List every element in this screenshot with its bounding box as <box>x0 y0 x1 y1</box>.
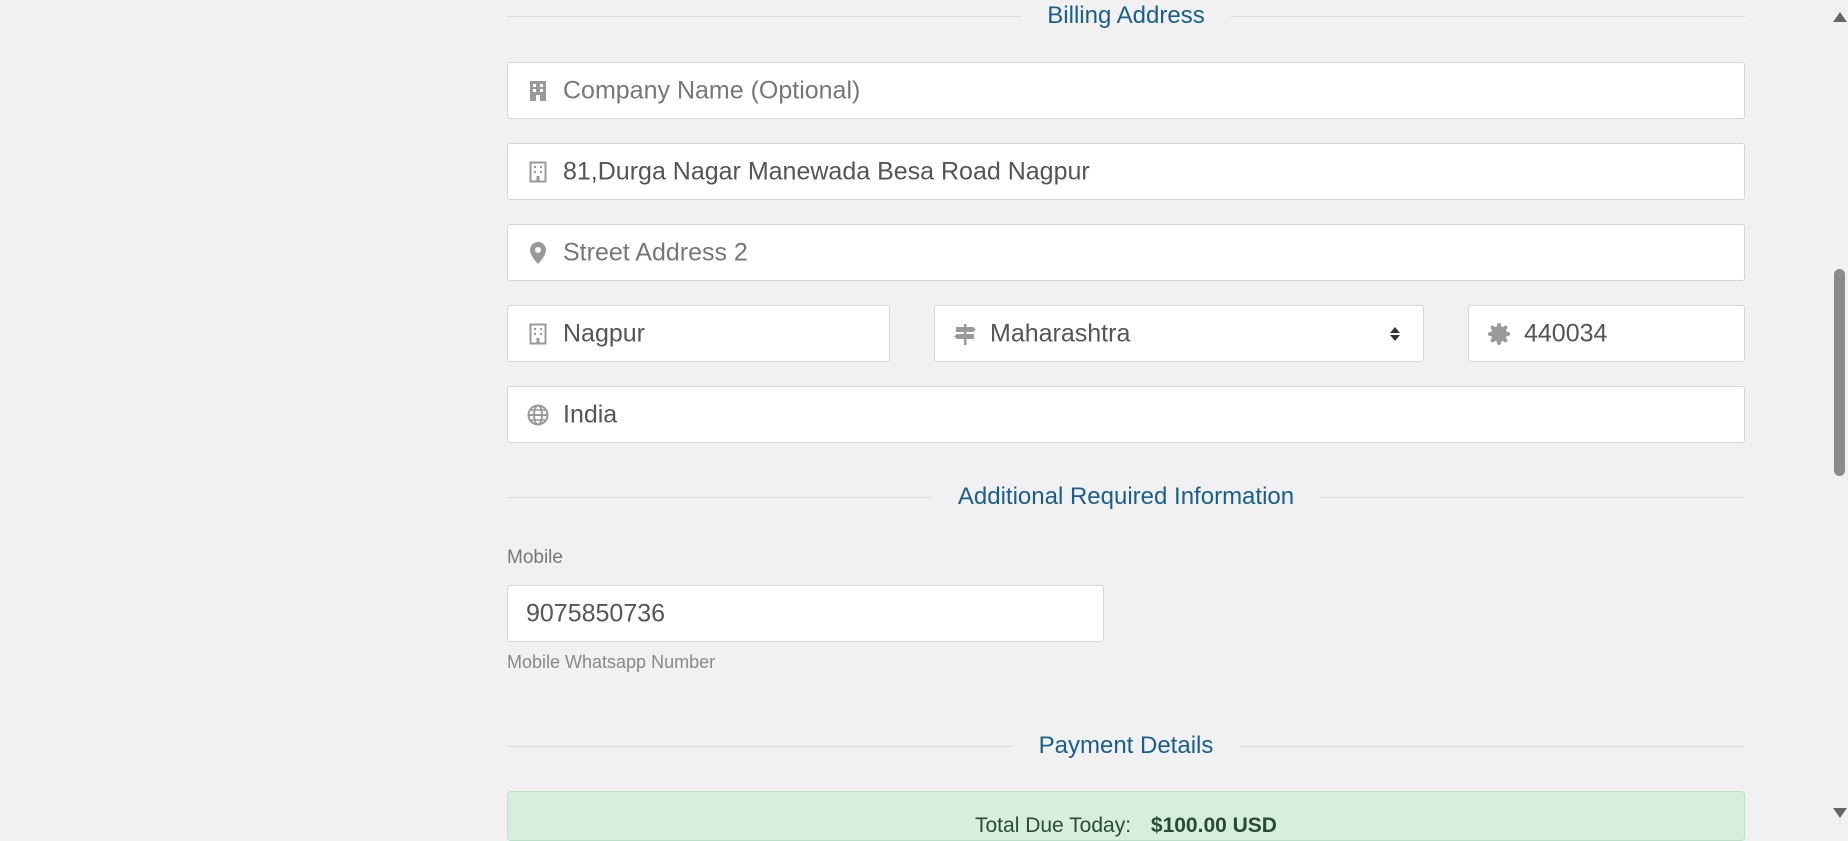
total-due-label: Total Due Today: <box>975 814 1132 837</box>
postcode-value: 440034 <box>1524 319 1608 347</box>
street-address-value: 81,Durga Nagar Manewada Besa Road Nagpur <box>563 157 1090 185</box>
company-name-placeholder: Company Name (Optional) <box>563 76 861 104</box>
scroll-up-icon[interactable] <box>1833 12 1847 22</box>
street-address-2-placeholder: Street Address 2 <box>563 238 748 266</box>
scroll-down-icon[interactable] <box>1833 808 1847 818</box>
total-due-amount: $100.00 USD <box>1150 814 1277 837</box>
scrollbar-thumb[interactable] <box>1834 269 1845 476</box>
mobile-help-text: Mobile Whatsapp Number <box>507 652 716 672</box>
mobile-input[interactable]: 9075850736 <box>507 585 1104 642</box>
city-value: Nagpur <box>563 319 645 347</box>
billing-address-title: Billing Address <box>1021 2 1231 30</box>
page-scrollbar[interactable] <box>1829 0 1848 827</box>
additional-info-title: Additional Required Information <box>931 483 1321 511</box>
street-address-field[interactable]: 81,Durga Nagar Manewada Besa Road Nagpur <box>507 143 1745 200</box>
state-value: Maharashtra <box>990 319 1131 347</box>
certificate-icon <box>1488 322 1510 345</box>
building-icon <box>527 80 549 102</box>
payment-details-title: Payment Details <box>1012 732 1240 760</box>
globe-icon <box>527 404 549 426</box>
postcode-field[interactable]: 440034 <box>1468 305 1745 362</box>
total-due-row: Total Due Today: $100.00 USD <box>508 814 1744 838</box>
state-select[interactable]: Maharashtra <box>934 305 1424 362</box>
company-name-field[interactable]: Company Name (Optional) <box>507 62 1745 119</box>
map-marker-icon <box>527 241 549 264</box>
street-address-2-field[interactable]: Street Address 2 <box>507 224 1745 281</box>
mobile-value: 9075850736 <box>526 599 666 627</box>
additional-info-heading: Additional Required Information <box>507 483 1745 511</box>
signpost-icon <box>954 323 976 345</box>
city-field[interactable]: Nagpur <box>507 305 890 362</box>
country-field[interactable]: India <box>507 386 1745 443</box>
building-icon <box>527 323 549 345</box>
country-value: India <box>563 400 618 428</box>
billing-address-heading: Billing Address <box>507 2 1745 30</box>
total-due-box: Total Due Today: $100.00 USD <box>507 791 1745 841</box>
payment-details-heading: Payment Details <box>507 732 1745 760</box>
mobile-label: Mobile <box>507 547 563 568</box>
building-icon <box>527 161 549 183</box>
select-arrows-icon <box>1389 325 1401 343</box>
